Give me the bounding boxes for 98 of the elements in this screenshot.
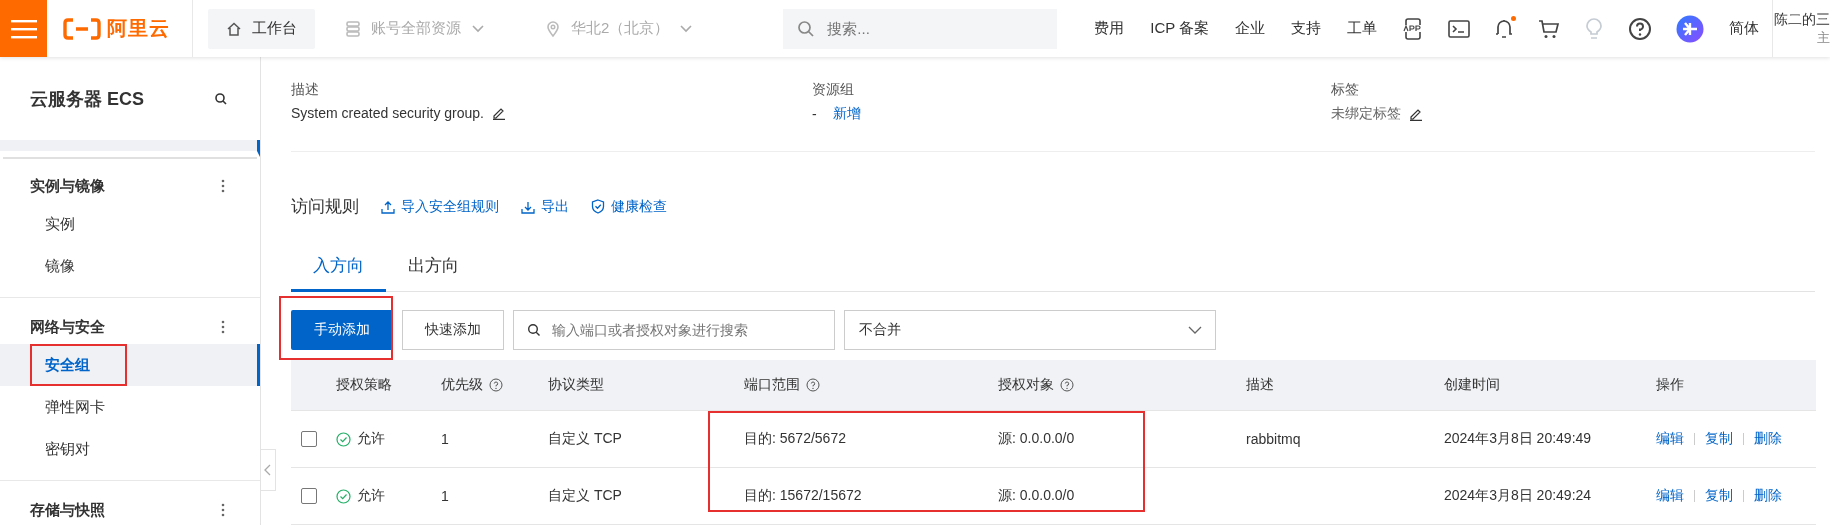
help-icon[interactable] [1060,378,1074,392]
cart-icon[interactable] [1538,17,1561,40]
column-header: 优先级 [441,376,483,394]
bell-icon [1494,17,1515,40]
sidebar-title: 云服务器 ECS [30,87,144,111]
merge-select[interactable]: 不合并 [844,310,1216,350]
sidebar-group-title[interactable]: 实例与镜像 [30,176,105,196]
logo-icon [63,17,101,40]
upload-icon [381,199,395,214]
collapse-handle[interactable] [261,449,276,491]
avatar-icon[interactable] [1676,14,1705,43]
more-icon[interactable] [221,179,225,193]
column-header: 授权对象 [998,376,1054,394]
row-action-link[interactable]: 编辑 [1656,487,1684,505]
sidebar-item[interactable]: 密钥对 [0,428,260,470]
table-cell: 目的: 5672/5672 [744,430,846,448]
row-checkbox[interactable] [301,488,317,504]
table-cell: 自定义 TCP [548,487,622,505]
menu-button[interactable] [0,0,47,57]
section-title: 访问规则 [291,196,359,218]
table-cell: 源: 0.0.0.0/0 [998,487,1075,505]
search-icon [797,19,816,38]
chevron-down-icon [1187,325,1203,335]
nav-link[interactable]: ICP 备案 [1137,19,1223,38]
row-action-link[interactable]: 编辑 [1656,430,1684,448]
help-icon[interactable] [489,378,503,392]
column-header: 操作 [1656,376,1684,394]
user-menu[interactable]: 陈二的三 主 [1772,0,1830,57]
nav-link[interactable]: 费用 [1081,19,1138,38]
sidebar-item[interactable]: 安全组 [0,344,260,386]
sidebar-item[interactable]: 实例 [0,203,260,245]
database-icon [345,19,361,38]
quick-add-button[interactable]: 快速添加 [402,310,504,350]
shield-check-icon [591,199,605,214]
column-header: 端口范围 [744,376,800,394]
column-header: 创建时间 [1444,376,1500,394]
table-cell: rabbitmq [1246,431,1301,447]
download-icon [521,199,535,214]
sidebar-item[interactable]: 镜像 [0,245,260,287]
column-header: 描述 [1246,376,1274,394]
action-link[interactable]: 导出 [521,197,569,216]
row-action-link[interactable]: 复制 [1705,430,1733,448]
home-icon [226,20,242,37]
search-icon [527,323,541,337]
more-icon[interactable] [221,320,225,334]
search-field[interactable]: 输入端口或者授权对象进行搜索 [513,310,835,350]
table-cell: 2024年3月8日 20:49:49 [1444,430,1592,448]
row-action-link[interactable]: 删除 [1754,430,1782,448]
table-cell: 源: 0.0.0.0/0 [998,430,1075,448]
field-value: - [812,106,817,122]
table-cell: 允许 [357,430,385,448]
pencil-icon[interactable] [1409,107,1423,121]
chevron-down-icon [471,23,485,34]
field-label: 描述 [291,81,320,99]
field-value: System created security group. [291,105,484,121]
row-checkbox[interactable] [301,431,317,447]
action-link[interactable]: 健康检查 [591,197,667,216]
chevron-left-icon [264,464,272,476]
column-header: 协议类型 [548,376,604,394]
action-link[interactable]: 导入安全组规则 [381,197,499,216]
search-icon[interactable] [214,91,228,106]
direction-tab[interactable]: 出方向 [386,244,481,292]
nav-link[interactable]: 企业 [1222,19,1279,38]
language-link[interactable]: 简体 [1716,19,1773,38]
nav-link[interactable]: 支持 [1278,19,1335,38]
workbench-button[interactable]: 工作台 [208,8,315,49]
sidebar-item[interactable]: 弹性网卡 [0,386,260,428]
row-action-link[interactable]: 复制 [1705,487,1733,505]
field-value: 未绑定标签 [1331,105,1401,123]
location-pin-icon [545,19,561,38]
notification-button[interactable] [1494,17,1515,40]
sidebar-group-title[interactable]: 网络与安全 [30,317,105,337]
help-icon[interactable] [806,378,820,392]
sidebar-group-title[interactable]: 存储与快照 [30,500,105,520]
field-label: 标签 [1331,81,1360,99]
check-circle-icon [336,431,351,447]
table-cell: 1 [441,431,449,447]
table-cell: 1 [441,488,449,504]
check-circle-icon [336,488,351,504]
column-header: 授权策略 [336,376,392,394]
add-link[interactable]: 新增 [832,105,861,123]
pencil-icon[interactable] [492,106,506,120]
menu-icon [10,18,37,39]
nav-link[interactable]: 工单 [1334,19,1391,38]
table-cell: 自定义 TCP [548,430,622,448]
help-icon[interactable] [1628,16,1653,41]
more-icon[interactable] [221,503,225,517]
table-cell: 目的: 15672/15672 [744,487,862,505]
table-cell: 允许 [357,487,385,505]
table-cell: 2024年3月8日 20:49:24 [1444,487,1592,505]
row-action-link[interactable]: 删除 [1754,487,1782,505]
chevron-down-icon [679,23,694,34]
logo-text: 阿里云 [107,16,170,41]
search-field[interactable]: 搜索... [783,8,1058,49]
field-label: 资源组 [812,81,855,99]
terminal-icon[interactable] [1448,18,1471,39]
manual-add-button[interactable]: 手动添加 [291,310,393,350]
direction-tab[interactable]: 入方向 [291,244,386,292]
